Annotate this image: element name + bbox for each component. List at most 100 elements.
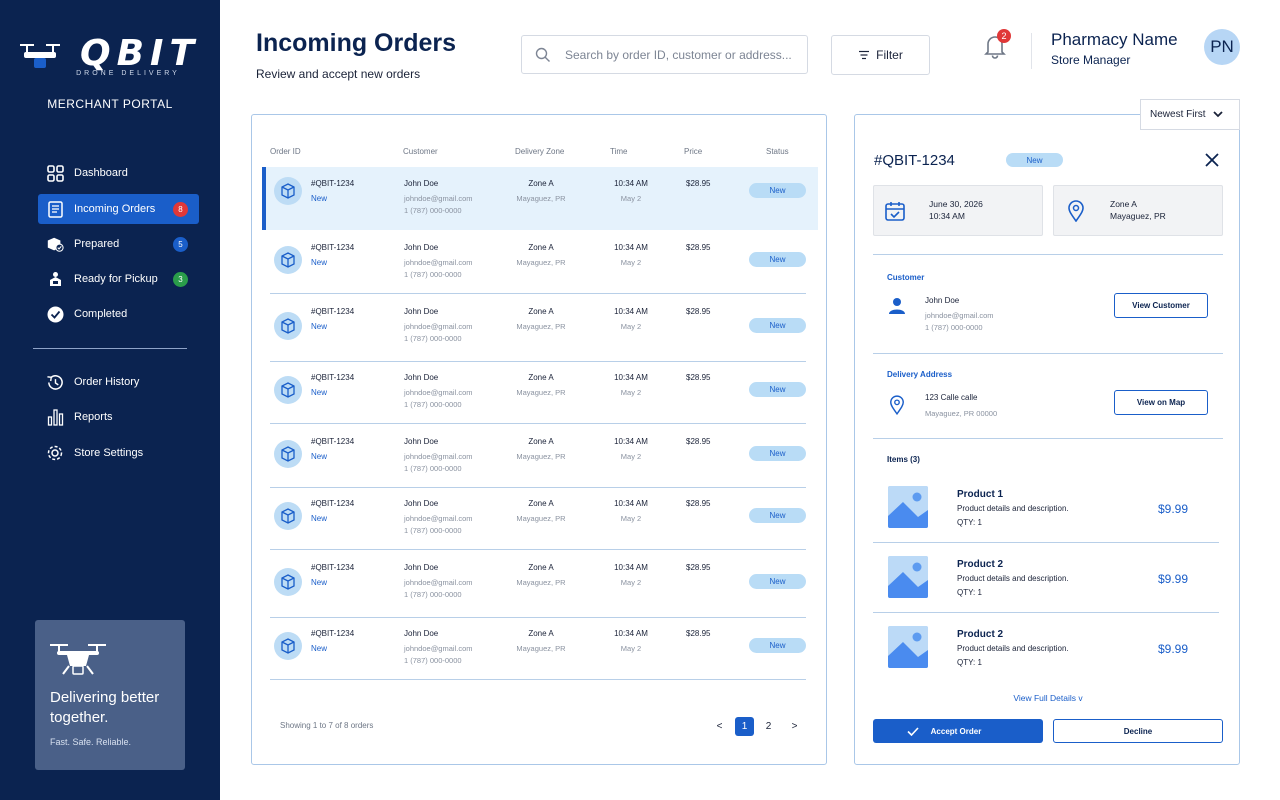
status-badge: New (749, 318, 806, 333)
count-badge: 5 (173, 237, 188, 252)
delivery-city: Mayaguez, PR (516, 388, 566, 397)
nav-dashboard[interactable]: Dashboard (38, 158, 199, 188)
count-badge: 8 (173, 202, 188, 217)
product-name: Product 2 (957, 559, 1004, 570)
view-customer-button[interactable]: View Customer (1114, 293, 1208, 318)
status-badge: New (749, 446, 806, 461)
product-image-icon (888, 626, 928, 668)
nav-incoming-orders[interactable]: Incoming Orders 8 (38, 194, 199, 224)
package-icon (274, 502, 302, 530)
order-sub-status: New (311, 388, 328, 397)
column-header: Delivery Zone (515, 147, 565, 156)
customer-phone: 1 (787) 000-0000 (404, 464, 462, 473)
customer-name: John Doe (404, 243, 439, 252)
order-id: #QBIT-1234 (311, 563, 355, 572)
page-1-button[interactable]: 1 (735, 717, 754, 736)
sort-dropdown[interactable]: Newest First (1140, 99, 1240, 130)
table-row[interactable]: #QBIT-1234 New John Doe johndoe@gmail.co… (270, 231, 806, 294)
next-page-button[interactable]: > (785, 717, 804, 736)
order-sub-status: New (311, 452, 328, 461)
close-button[interactable] (1204, 152, 1220, 168)
order-sub-status: New (311, 258, 328, 267)
customer-name: John Doe (404, 499, 439, 508)
orders-table: Order ID Customer Delivery Zone Time Pri… (251, 114, 827, 765)
product-name: Product 1 (957, 489, 1004, 500)
order-id: #QBIT-1234 (311, 629, 355, 638)
nav-ready-for-pickup[interactable]: Ready for Pickup 3 (38, 264, 199, 294)
address-line: 123 Calle calle (925, 393, 978, 402)
nav-reports[interactable]: Reports (38, 402, 199, 432)
customer-phone: 1 (787) 000-0000 (925, 323, 983, 332)
ready-for-pickup-icon (46, 270, 64, 288)
nav-store-settings[interactable]: Store Settings (38, 438, 199, 468)
page-2-button[interactable]: 2 (759, 717, 778, 736)
order-price: $28.95 (686, 307, 711, 316)
product-price: $9.99 (1158, 502, 1189, 516)
accept-order-button[interactable]: Accept Order (873, 719, 1043, 743)
order-price: $28.95 (686, 563, 711, 572)
check-circle-icon (46, 305, 64, 323)
search-input[interactable]: Search by order ID, customer or address.… (521, 35, 808, 74)
promo-subtitle: Fast. Safe. Reliable. (50, 737, 132, 747)
table-row[interactable]: #QBIT-1234 New John Doe johndoe@gmail.co… (270, 549, 806, 618)
avatar[interactable]: PN (1204, 29, 1240, 65)
table-row[interactable]: #QBIT-1234 New John Doe johndoe@gmail.co… (270, 361, 806, 424)
table-row[interactable]: #QBIT-1234 New John Doe johndoe@gmail.co… (270, 293, 806, 362)
table-row[interactable]: #QBIT-1234 New John Doe johndoe@gmail.co… (262, 167, 818, 230)
schedule-box: June 30, 2026 10:34 AM (873, 185, 1043, 236)
customer-phone: 1 (787) 000-0000 (404, 206, 462, 215)
chevron-down-icon (1212, 111, 1223, 118)
order-date: May 2 (620, 514, 642, 523)
product-image-icon (888, 486, 928, 528)
delivery-city: Mayaguez, PR (516, 644, 566, 653)
user-role: Store Manager (1051, 53, 1131, 67)
status-badge: New (749, 183, 806, 198)
delivery-zone: Zone A (528, 307, 554, 316)
table-row[interactable]: #QBIT-1234 New John Doe johndoe@gmail.co… (270, 425, 806, 488)
qbit-logo[interactable]: QBIT DRONE DELIVERY (18, 34, 198, 78)
nav-order-history[interactable]: Order History (38, 367, 199, 397)
package-icon (274, 440, 302, 468)
product-price: $9.99 (1158, 642, 1189, 656)
delivery-zone: Zone A (528, 499, 554, 508)
sort-label: Newest First (1150, 109, 1206, 120)
order-sub-status: New (311, 578, 328, 587)
location-pin-icon (890, 395, 904, 415)
table-row[interactable]: #QBIT-1234 New John Doe johndoe@gmail.co… (270, 487, 806, 550)
view-on-map-button[interactable]: View on Map (1114, 390, 1208, 415)
filter-button[interactable]: Filter (831, 35, 930, 75)
detail-zone: Zone A (1110, 199, 1137, 209)
prev-page-button[interactable]: < (710, 717, 729, 736)
accept-label: Accept Order (930, 726, 982, 736)
package-icon (274, 376, 302, 404)
table-row[interactable]: #QBIT-1234 New John Doe johndoe@gmail.co… (270, 617, 806, 680)
delivery-zone: Zone A (528, 563, 554, 572)
nav-completed[interactable]: Completed (38, 299, 199, 329)
view-full-details-link[interactable]: View Full Details v (855, 693, 1241, 703)
zone-box: Zone A Mayaguez, PR (1053, 185, 1223, 236)
product-description: Product details and description. (957, 504, 1069, 513)
column-header: Price (684, 147, 703, 156)
delivery-city: Mayaguez, PR (516, 578, 566, 587)
calendar-icon (885, 202, 905, 221)
order-time: 10:34 AM (614, 629, 648, 638)
nav-prepared[interactable]: Prepared 5 (38, 229, 199, 259)
pagination-summary: Showing 1 to 7 of 8 orders (280, 721, 374, 730)
customer-email: johndoe@gmail.com (404, 514, 473, 523)
page-subtitle: Review and accept new orders (256, 67, 421, 81)
order-price: $28.95 (686, 179, 711, 188)
decline-button[interactable]: Decline (1053, 719, 1223, 743)
customer-email: johndoe@gmail.com (404, 388, 473, 397)
order-time: 10:34 AM (614, 499, 648, 508)
customer-email: johndoe@gmail.com (404, 578, 473, 587)
page-title: Incoming Orders (256, 29, 457, 57)
order-time: 10:34 AM (614, 437, 648, 446)
drone-icon (50, 644, 106, 675)
status-badge: New (749, 508, 806, 523)
user-icon (889, 298, 905, 314)
pharmacy-name: Pharmacy Name (1051, 30, 1178, 49)
customer-name: John Doe (404, 563, 439, 572)
search-icon (535, 47, 550, 62)
package-icon (274, 568, 302, 596)
nav-label: Store Settings (74, 447, 144, 459)
